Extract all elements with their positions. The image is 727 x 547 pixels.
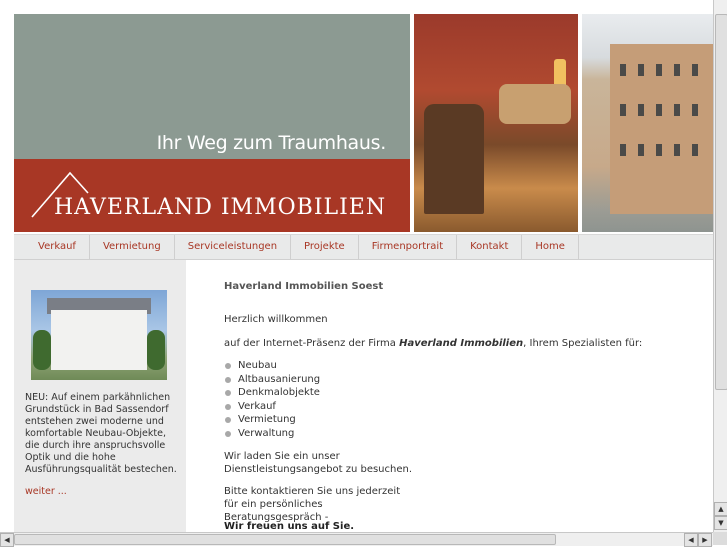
list-item: Verwaltung	[224, 427, 320, 441]
intro-text: auf der Internet-Präsenz der Firma Haver…	[224, 337, 642, 350]
vertical-scroll-thumb[interactable]	[715, 14, 727, 390]
nav-item-serviceleistungen[interactable]: Serviceleistungen	[175, 235, 292, 259]
invite-text: Wir laden Sie ein unser Dienstleistungsa…	[224, 451, 413, 475]
list-item: Vermietung	[224, 413, 320, 427]
site-header: Ihr Weg zum Traumhaus. HAVERLAND IMMOBIL…	[14, 14, 714, 232]
sofa-shape	[499, 84, 571, 124]
window-shape	[674, 64, 680, 76]
window-shape	[638, 64, 644, 76]
window-shape	[692, 64, 698, 76]
window-shape	[656, 104, 662, 116]
page-title: Haverland Immobilien Soest	[224, 281, 384, 292]
building-shape	[610, 44, 714, 214]
list-item: Neubau	[224, 359, 320, 373]
window-shape	[692, 144, 698, 156]
window-shape	[674, 104, 680, 116]
nav-item-firmenportrait[interactable]: Firmenportrait	[359, 235, 458, 259]
scroll-up-icon[interactable]: ▲	[714, 502, 727, 516]
nav-item-kontakt[interactable]: Kontakt	[457, 235, 523, 259]
header-tagline: Ihr Weg zum Traumhaus.	[156, 132, 387, 154]
sidebar-more-link[interactable]: weiter ...	[25, 486, 67, 497]
sidebar: NEU: Auf einem parkähnlichen Grundstück …	[14, 260, 186, 532]
nav-item-home[interactable]: Home	[522, 235, 579, 259]
scroll-down-icon[interactable]: ▼	[714, 516, 727, 530]
horizontal-scroll-thumb[interactable]	[14, 534, 556, 545]
horizontal-scrollbar[interactable]: ◀ ◀ ▶	[0, 532, 713, 547]
sidebar-teaser-text: NEU: Auf einem parkähnlichen Grundstück …	[25, 392, 177, 475]
window-shape	[656, 64, 662, 76]
new-building-thumbnail[interactable]	[31, 290, 167, 380]
list-item: Denkmalobjekte	[224, 386, 320, 400]
greeting-text: Herzlich willkommen	[224, 314, 328, 325]
list-item: Verkauf	[224, 400, 320, 414]
services-list: Neubau Altbausanierung Denkmalobjekte Ve…	[224, 359, 320, 440]
window-shape	[692, 104, 698, 116]
house-shape	[51, 310, 147, 370]
list-item: Altbausanierung	[224, 373, 320, 387]
brand-name: HAVERLAND IMMOBILIEN	[54, 195, 387, 220]
intro-suffix: , Ihrem Spezialisten für:	[523, 338, 643, 349]
window-shape	[620, 144, 626, 156]
intro-prefix: auf der Internet-Präsenz der Firma	[224, 338, 400, 349]
window-shape	[620, 104, 626, 116]
interior-photo	[414, 14, 578, 232]
contact-text: Bitte kontaktieren Sie uns jederzeit für…	[224, 486, 401, 523]
nav-item-vermietung[interactable]: Vermietung	[90, 235, 175, 259]
nav-item-projekte[interactable]: Projekte	[291, 235, 359, 259]
window-shape	[638, 104, 644, 116]
building-photo	[582, 14, 714, 232]
window-shape	[620, 64, 626, 76]
main-navigation: Verkauf Vermietung Serviceleistungen Pro…	[14, 234, 714, 260]
intro-company: Haverland Immobilien	[399, 338, 524, 349]
window-shape	[638, 144, 644, 156]
scrollbar-corner	[713, 532, 727, 545]
window-shape	[674, 144, 680, 156]
tree-shape	[33, 330, 51, 370]
nav-item-verkauf[interactable]: Verkauf	[14, 235, 90, 259]
vertical-scrollbar[interactable]: ▲ ▼	[713, 0, 727, 532]
header-brand-panel: HAVERLAND IMMOBILIEN	[14, 159, 410, 232]
window-shape	[656, 144, 662, 156]
frame-top	[0, 0, 713, 14]
tree-shape	[147, 330, 165, 370]
header-tagline-panel: Ihr Weg zum Traumhaus.	[14, 14, 410, 159]
chair-shape	[424, 104, 484, 214]
